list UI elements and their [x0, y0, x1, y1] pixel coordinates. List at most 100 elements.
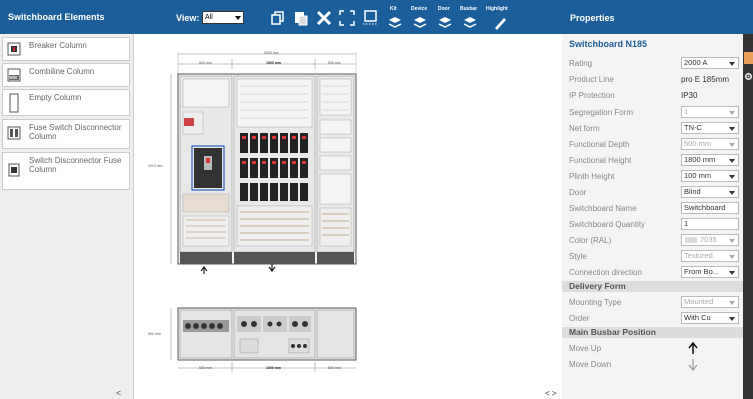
chevron-down-icon — [729, 271, 735, 275]
chevron-down-icon — [729, 127, 735, 131]
drawing-canvas[interactable]: 2000 mm 500 mm 1000 mm 500 mm 2013 mm 50… — [134, 34, 562, 399]
functional-height-select[interactable]: 1800 mm — [681, 154, 739, 166]
palette-collapse-button[interactable]: < — [116, 388, 121, 398]
palette-item-switch-disconnector-column[interactable]: Switch Disconnector Fuse Column — [2, 152, 130, 190]
dim-middle-col-bottom: 1000 mm — [266, 366, 281, 370]
prop-net-form: Net form TN-C ✓ — [569, 122, 749, 135]
prop-label: Color (RAL) — [569, 236, 612, 245]
rating-value: 2000 A — [684, 58, 708, 67]
prop-label: Style — [569, 252, 587, 261]
plinth-height-value: 100 mm — [684, 171, 712, 180]
top-toolbar: Switchboard Elements View: All Kit Devic… — [0, 0, 753, 34]
style-value: Textured — [684, 251, 713, 260]
palette-item-label: Empty Column — [29, 93, 82, 102]
highlight-pen-icon[interactable] — [492, 15, 508, 31]
view-label: View: — [176, 13, 200, 23]
delete-icon[interactable] — [316, 10, 332, 26]
palette-item-breaker-column[interactable]: Breaker Column — [2, 37, 130, 61]
prop-door: Door Blind — [569, 186, 739, 199]
arrow-down-icon[interactable] — [687, 358, 699, 371]
gear-icon[interactable] — [744, 72, 753, 81]
canvas-pager[interactable]: < > — [545, 389, 557, 398]
switch-disconnector-column-icon — [8, 163, 20, 177]
prop-value: pro E 185mm — [681, 75, 730, 84]
dim-depth: 500 mm — [148, 332, 161, 336]
switchboard-name-input[interactable]: Switchboard — [681, 202, 739, 214]
chevron-down-icon — [729, 255, 735, 259]
chevron-down-icon — [729, 111, 735, 115]
palette-item-label: Switch Disconnector Fuse Column — [29, 156, 122, 174]
dim-middle-col: 1000 mm — [266, 61, 281, 65]
palette-title: Switchboard Elements — [8, 12, 105, 22]
prop-move-up: Move Up — [569, 342, 739, 355]
door-select[interactable]: Blind — [681, 186, 739, 198]
prop-label: IP Protection — [569, 91, 615, 100]
order-select[interactable]: With Cu — [681, 312, 739, 324]
rating-select[interactable]: 2000 A — [681, 57, 739, 69]
arrow-up-icon[interactable] — [687, 342, 699, 355]
palette-item-combiline-column[interactable]: Combiline Column — [2, 63, 130, 87]
door-label: Door — [438, 6, 450, 12]
prop-rating: Rating 2000 A ✓ — [569, 57, 749, 70]
segregation-form-select[interactable]: 1 — [681, 106, 739, 118]
prop-connection-direction: Connection direction From Bo... — [569, 266, 739, 279]
prop-label: Product Line — [569, 75, 614, 84]
combiline-column-icon — [7, 68, 21, 82]
dim-right-col: 500 mm — [328, 61, 341, 65]
palette-item-label: Fuse Switch Disconnector Column — [29, 123, 122, 141]
side-tab-properties[interactable] — [744, 52, 753, 64]
chevron-down-icon — [235, 16, 241, 20]
chevron-down-icon — [729, 143, 735, 147]
switchboard-drawing — [170, 52, 357, 372]
properties-title: Properties — [570, 13, 615, 23]
fuse-switch-column-icon — [7, 126, 21, 140]
busbar-layers-icon[interactable] — [462, 15, 478, 31]
switchboard-quantity-input[interactable]: 1 — [681, 218, 739, 230]
palette-item-empty-column[interactable]: Empty Column — [2, 89, 130, 116]
dim-height: 2013 mm — [148, 164, 163, 168]
dim-left-col: 500 mm — [199, 61, 212, 65]
connection-direction-select[interactable]: From Bo... — [681, 266, 739, 278]
net-form-value: TN-C — [684, 123, 702, 132]
prop-ip-protection: IP Protection IP30 — [569, 90, 739, 102]
busbar-label: Busbar — [460, 6, 478, 12]
comment-icon[interactable] — [362, 10, 378, 26]
door-layers-icon[interactable] — [437, 15, 453, 31]
move-down-label: Move Down — [569, 360, 612, 369]
properties-panel: Switchboard N185 Rating 2000 A ✓ Product… — [562, 34, 749, 399]
prop-label: Segregation Form — [569, 108, 634, 117]
color-ral-select[interactable]: 7035 — [681, 234, 739, 246]
view-select[interactable]: All — [202, 11, 244, 24]
functional-depth-select[interactable]: 500 mm — [681, 138, 739, 150]
paste-icon[interactable] — [293, 10, 309, 26]
prop-label: Switchboard Quantity — [569, 220, 646, 229]
section-main-busbar-position: Main Busbar Position — [562, 327, 743, 338]
palette-item-label: Breaker Column — [29, 41, 87, 50]
prop-label: Mounting Type — [569, 298, 622, 307]
move-up-label: Move Up — [569, 344, 602, 353]
dim-total-width: 2000 mm — [264, 51, 279, 55]
prop-label: Rating — [569, 59, 593, 68]
prop-segregation-form: Segregation Form 1 — [569, 106, 739, 119]
chevron-down-icon — [729, 239, 735, 243]
color-swatch — [685, 237, 697, 243]
prop-plinth-height: Plinth Height 100 mm — [569, 170, 739, 183]
prop-order: Order With Cu — [569, 312, 739, 325]
prop-mounting-type: Mounting Type Mounted — [569, 296, 739, 309]
plinth-height-select[interactable]: 100 mm — [681, 170, 739, 182]
kit-label: Kit — [390, 6, 397, 12]
mounting-type-value: Mounted — [684, 297, 714, 306]
kit-layers-icon[interactable] — [387, 15, 403, 31]
prop-style: Style Textured — [569, 250, 739, 263]
net-form-select[interactable]: TN-C — [681, 122, 739, 134]
fit-screen-icon[interactable] — [339, 10, 355, 26]
palette-item-fuse-switch-column[interactable]: Fuse Switch Disconnector Column — [2, 119, 130, 149]
door-value: Blind — [684, 187, 701, 196]
copy-icon[interactable] — [270, 10, 286, 26]
prop-label: Door — [569, 188, 587, 197]
prop-switchboard-name: Switchboard Name Switchboard — [569, 202, 739, 215]
device-layers-icon[interactable] — [412, 15, 428, 31]
mounting-type-select[interactable]: Mounted — [681, 296, 739, 308]
style-select[interactable]: Textured — [681, 250, 739, 262]
app-root: Switchboard Elements View: All Kit Devic… — [0, 0, 753, 399]
